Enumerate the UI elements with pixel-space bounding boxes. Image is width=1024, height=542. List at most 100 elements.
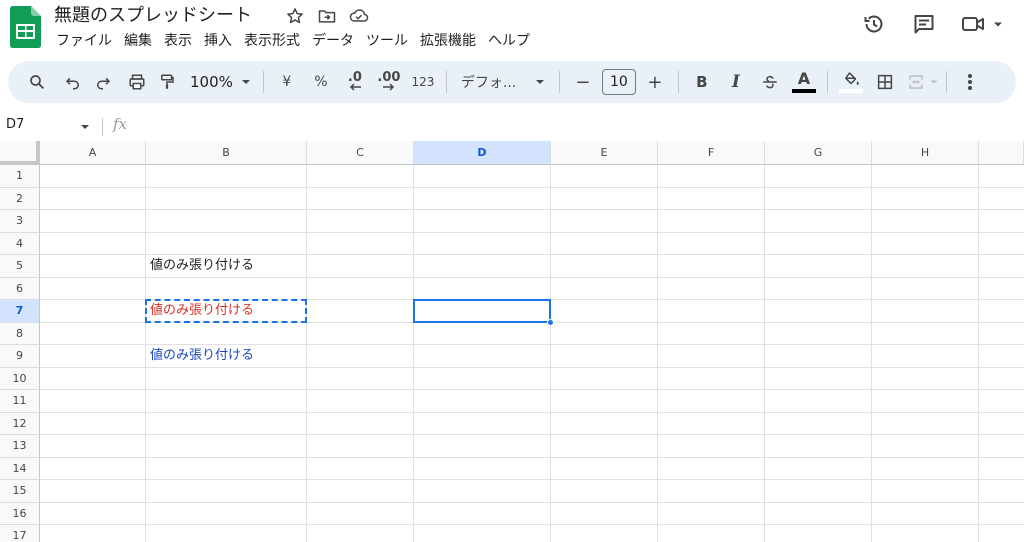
sheets-logo-icon[interactable] (10, 6, 42, 48)
menu-edit[interactable]: 編集 (124, 32, 158, 50)
menu-help[interactable]: ヘルプ (488, 32, 536, 50)
gridline (657, 165, 658, 542)
gridline (40, 456, 1024, 458)
menu-insert[interactable]: 挿入 (204, 32, 238, 50)
column-header-a[interactable]: A (40, 141, 146, 165)
italic-button[interactable]: I (721, 67, 751, 97)
gridline (40, 231, 1024, 233)
currency-format-button[interactable]: ¥ (272, 67, 302, 97)
font-size-increase-button[interactable]: + (640, 67, 670, 97)
text-color-swatch (791, 89, 816, 93)
row-header-13[interactable]: 13 (0, 435, 40, 458)
chevron-down-icon[interactable] (80, 122, 90, 132)
text-color-button[interactable]: A (789, 67, 819, 97)
app-header: 無題のスプレッドシート ファイル 編集 表示 挿入 表示形式 データ ツール 拡… (0, 0, 1024, 58)
merge-cells-button[interactable] (906, 67, 938, 97)
row-header-10[interactable]: 10 (0, 367, 40, 390)
column-header-c[interactable]: C (307, 141, 414, 165)
row-header-3[interactable]: 3 (0, 210, 40, 233)
font-select[interactable]: デフォ... (455, 67, 551, 97)
percent-format-button[interactable]: % (306, 67, 336, 97)
font-size-decrease-button[interactable]: − (568, 67, 598, 97)
bold-button[interactable]: B (687, 67, 717, 97)
row-header-14[interactable]: 14 (0, 457, 40, 480)
fill-color-button[interactable] (836, 67, 866, 97)
menu-extensions[interactable]: 拡張機能 (420, 32, 482, 50)
row-header-4[interactable]: 4 (0, 232, 40, 255)
merge-cells-icon (909, 75, 923, 89)
row-header-2[interactable]: 2 (0, 187, 40, 210)
active-cell-border[interactable] (413, 299, 551, 323)
column-header-f[interactable]: F (658, 141, 765, 165)
font-value: デフォ... (460, 75, 517, 91)
row-header-15[interactable]: 15 (0, 480, 40, 503)
row-header-17[interactable]: 17 (0, 525, 40, 542)
row-header-12[interactable]: 12 (0, 412, 40, 435)
zoom-select[interactable]: 100% (182, 67, 255, 97)
gridline (871, 165, 872, 542)
column-header-h[interactable]: H (872, 141, 979, 165)
row-header-9[interactable]: 9 (0, 345, 40, 368)
strikethrough-icon[interactable] (755, 67, 785, 97)
undo-icon[interactable] (58, 67, 88, 97)
increase-decimal-button[interactable]: .00 (374, 67, 404, 97)
comments-icon[interactable] (910, 10, 938, 38)
menu-file[interactable]: ファイル (56, 32, 118, 50)
print-icon[interactable] (122, 67, 152, 97)
decrease-decimal-button[interactable]: .0 (340, 67, 370, 97)
menu-data[interactable]: データ (312, 32, 360, 50)
row-header-6[interactable]: 6 (0, 277, 40, 300)
row-header-7[interactable]: 7 (0, 300, 40, 323)
star-icon[interactable] (284, 5, 306, 27)
cell-b9[interactable]: 値のみ張り付ける (146, 345, 307, 367)
redo-icon[interactable] (88, 67, 118, 97)
toolbar-divider (826, 71, 828, 93)
chevron-down-icon (930, 80, 938, 84)
font-size-input[interactable]: 10 (601, 69, 636, 95)
select-all-corner[interactable] (0, 141, 40, 165)
more-options-icon[interactable] (955, 67, 985, 97)
meet-video-icon[interactable] (960, 10, 1006, 38)
menu-format[interactable]: 表示形式 (244, 32, 306, 50)
text-color-label: A (797, 69, 811, 88)
version-history-icon[interactable] (860, 10, 888, 38)
formula-bar: D7 fx (0, 114, 1024, 140)
toolbar-divider (262, 71, 264, 93)
name-box[interactable]: D7 (6, 117, 24, 132)
paint-format-icon[interactable] (152, 67, 182, 97)
gridline (550, 165, 551, 542)
borders-icon[interactable] (870, 67, 900, 97)
row-header-8[interactable]: 8 (0, 322, 40, 345)
zoom-value: 100% (190, 73, 233, 91)
column-header-g[interactable]: G (765, 141, 872, 165)
row-header-16[interactable]: 16 (0, 502, 40, 525)
column-header-b[interactable]: B (146, 141, 307, 165)
spreadsheet-grid[interactable]: A B C D E F G H 1 2 3 4 5 6 7 8 9 10 11 12 13 14 15 16 17 値のみ張り付け… (0, 141, 1024, 542)
fill-handle[interactable] (547, 318, 554, 326)
column-header-partial[interactable] (979, 141, 1024, 165)
cloud-saved-icon[interactable] (348, 5, 370, 27)
row-header-5[interactable]: 5 (0, 255, 40, 278)
search-menus-icon[interactable] (22, 67, 52, 97)
gridline (40, 186, 1024, 188)
menu-view[interactable]: 表示 (164, 32, 198, 50)
more-formats-button[interactable]: 123 (408, 67, 438, 97)
gridline (40, 434, 1024, 435)
column-header-e[interactable]: E (551, 141, 658, 165)
gridline (40, 209, 1024, 210)
cell-b5[interactable]: 値のみ張り付ける (146, 255, 307, 277)
gridline (978, 165, 979, 542)
formula-bar-divider (102, 118, 103, 136)
move-folder-icon[interactable] (316, 5, 338, 27)
toolbar-divider (677, 71, 679, 93)
row-header-11[interactable]: 11 (0, 390, 40, 413)
menu-tools[interactable]: ツール (366, 32, 414, 50)
row-header-1[interactable]: 1 (0, 165, 40, 188)
document-title[interactable]: 無題のスプレッドシート (54, 4, 252, 28)
gridline (40, 411, 1024, 413)
gridline (40, 479, 1024, 480)
fx-label: fx (113, 115, 128, 133)
column-header-d[interactable]: D (414, 141, 551, 165)
arrow-right-icon (382, 83, 394, 91)
fill-color-swatch (838, 89, 863, 93)
